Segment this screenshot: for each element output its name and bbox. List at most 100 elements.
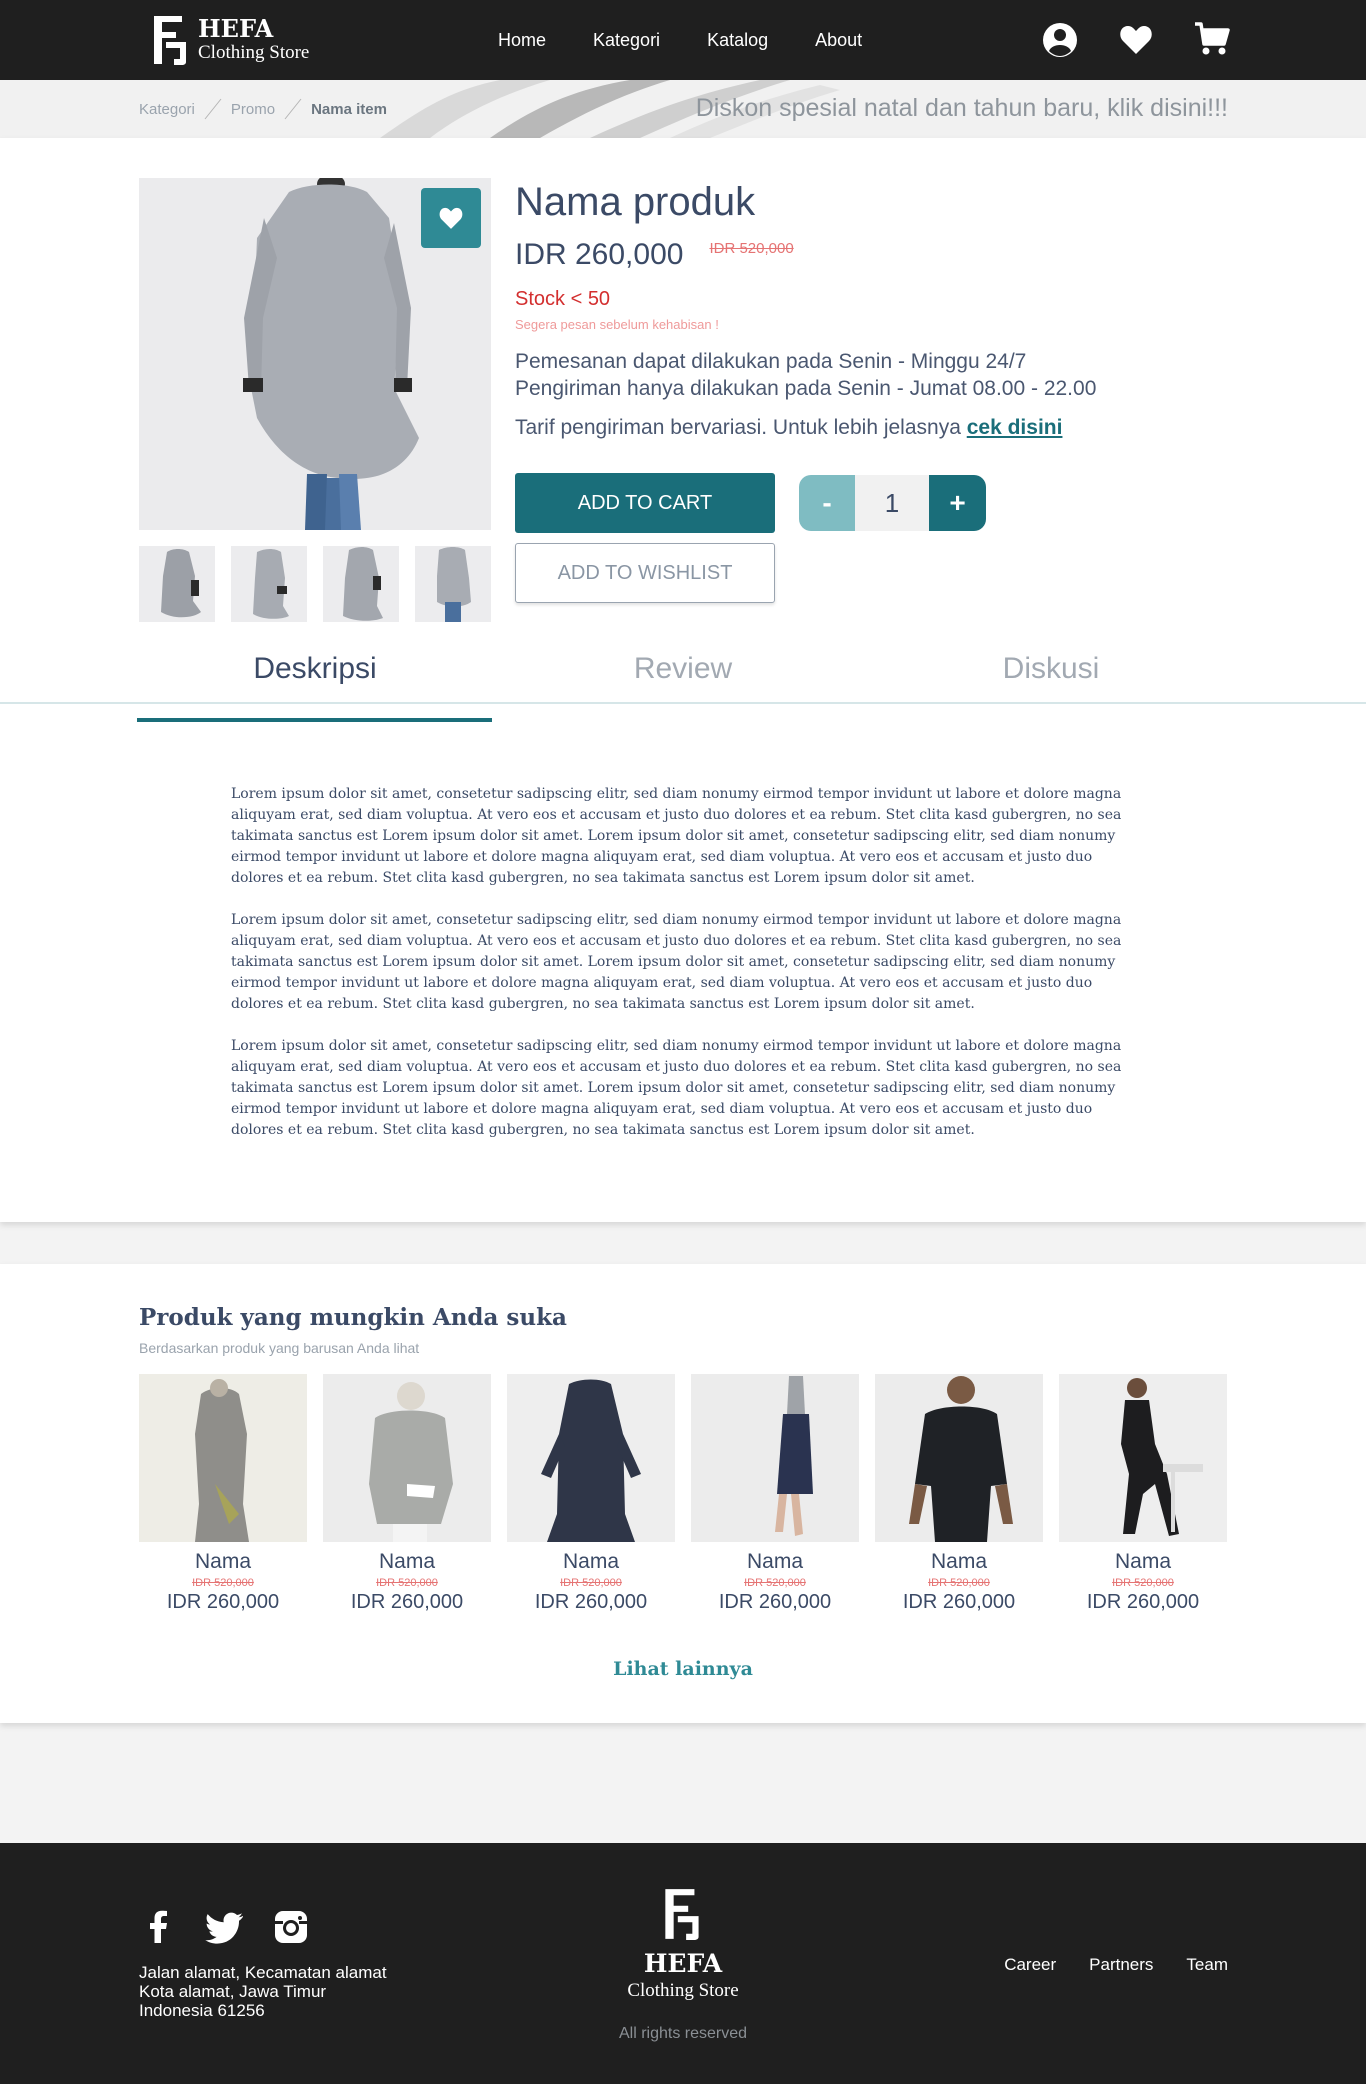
logo-mark-icon	[665, 1889, 699, 1940]
heart-icon	[439, 207, 463, 229]
nav-kategori[interactable]: Kategori	[593, 28, 660, 52]
stock-status: Stock < 50	[515, 288, 611, 310]
product-card-name: Nama	[194, 1550, 252, 1573]
shipping-info: Tarif pengiriman bervariasi. Untuk lebih…	[515, 416, 1235, 440]
product-card-price: IDR 260,000	[350, 1591, 464, 1613]
product-card-old-price: IDR 520,000	[928, 1577, 990, 1589]
order-info-line: Pemesanan dapat dilakukan pada Senin - M…	[515, 350, 1027, 373]
product-card[interactable]: Nama IDR 520,000 IDR 260,000	[323, 1374, 491, 1614]
promo-link[interactable]: Diskon spesial natal dan tahun baru, kli…	[696, 94, 1228, 123]
footer-brand-name: HEFA	[643, 1949, 723, 1978]
description-paragraph: Lorem ipsum dolor sit amet, consetetur s…	[231, 912, 1122, 1012]
product-thumbnail[interactable]	[139, 546, 215, 622]
product-card-image	[139, 1374, 307, 1542]
order-info-line: Pengiriman hanya dilakukan pada Senin - …	[515, 377, 1097, 400]
product-card-image	[875, 1374, 1043, 1542]
product-card-name: Nama	[378, 1550, 436, 1573]
add-to-wishlist-button[interactable]: ADD TO WISHLIST	[515, 543, 775, 603]
description-paragraph: Lorem ipsum dolor sit amet, consetetur s…	[231, 786, 1122, 886]
main-menu: Home Kategori Katalog About	[498, 28, 862, 52]
tab-review[interactable]: Review	[506, 652, 860, 686]
stock-note: Segera pesan sebelum kehabisan !	[515, 317, 719, 332]
recommendations-section: Produk yang mungkin Anda suka Berdasarka…	[0, 1264, 1366, 1723]
product-card-image	[1059, 1374, 1227, 1542]
recommendations-grid: Nama IDR 520,000 IDR 260,000 Nama IDR 52…	[139, 1374, 1227, 1614]
favorite-button[interactable]	[421, 188, 481, 248]
footer-address: Jalan alamat, Kecamatan alamat Kota alam…	[139, 1963, 387, 2020]
copyright-text: All rights reserved	[618, 2025, 748, 2042]
breadcrumb-kategori[interactable]: Kategori	[139, 101, 195, 118]
product-card-old-price: IDR 520,000	[192, 1577, 254, 1589]
brand-name: HEFA	[198, 14, 274, 43]
see-more-link[interactable]: Lihat lainnya	[0, 1658, 1366, 1680]
product-detail-section: Nama produk IDR 260,000 IDR 520,000 Stoc…	[0, 138, 1366, 1222]
product-thumbnails	[139, 546, 491, 622]
recommendations-title: Produk yang mungkin Anda suka	[139, 1304, 567, 1331]
facebook-icon[interactable]	[139, 1907, 179, 1952]
instagram-icon[interactable]	[271, 1907, 311, 1952]
breadcrumb-promo[interactable]: Promo	[231, 101, 275, 118]
nav-katalog[interactable]: Katalog	[707, 28, 768, 52]
breadcrumb-current: Nama item	[311, 100, 387, 118]
product-old-price: IDR 520,000	[709, 240, 794, 257]
description-paragraph: Lorem ipsum dolor sit amet, consetetur s…	[231, 1038, 1122, 1138]
breadcrumb: Kategori Promo Nama item	[139, 98, 387, 120]
add-to-cart-button[interactable]: ADD TO CART	[515, 473, 775, 533]
recommendations-subtitle: Berdasarkan produk yang barusan Anda lih…	[139, 1340, 420, 1356]
brand-tagline: Clothing Store	[198, 42, 310, 63]
product-card[interactable]: Nama IDR 520,000 IDR 260,000	[1059, 1374, 1227, 1614]
logo-mark-icon	[154, 16, 186, 65]
product-card[interactable]: Nama IDR 520,000 IDR 260,000	[507, 1374, 675, 1614]
product-card-name: Nama	[930, 1550, 988, 1573]
order-info: Pemesanan dapat dilakukan pada Senin - M…	[515, 348, 1235, 402]
shipping-link[interactable]: cek disini	[967, 416, 1063, 439]
brand-logo[interactable]: HEFA Clothing Store	[152, 14, 309, 66]
quantity-stepper: - 1 +	[799, 475, 986, 531]
footer-link-career[interactable]: Career	[1004, 1955, 1056, 1975]
cart-icon[interactable]	[1194, 20, 1230, 58]
address-line: Indonesia 61256	[139, 2001, 265, 2020]
nav-about[interactable]: About	[815, 28, 862, 52]
product-name: Nama produk	[515, 180, 756, 224]
product-card-image	[507, 1374, 675, 1542]
product-card-image	[323, 1374, 491, 1542]
social-links	[139, 1907, 311, 1952]
footer: Jalan alamat, Kecamatan alamat Kota alam…	[0, 1843, 1366, 2084]
footer-link-partners[interactable]: Partners	[1089, 1955, 1153, 1975]
product-info: Nama produk IDR 260,000 IDR 520,000 Stoc…	[515, 178, 1235, 440]
product-card-name: Nama	[746, 1550, 804, 1573]
heart-icon[interactable]	[1118, 20, 1154, 58]
breadcrumb-separator-icon	[204, 98, 222, 120]
footer-brand-tagline: Clothing Store	[627, 1980, 739, 2001]
nav-home[interactable]: Home	[498, 28, 546, 52]
quantity-increment-button[interactable]: +	[929, 475, 986, 531]
product-card-image	[691, 1374, 859, 1542]
account-icon[interactable]	[1042, 20, 1078, 58]
quantity-decrement-button[interactable]: -	[799, 475, 855, 531]
product-card-old-price: IDR 520,000	[744, 1577, 806, 1589]
top-navbar: HEFA Clothing Store Home Kategori Katalo…	[0, 0, 1366, 80]
address-line: Kota alamat, Jawa Timur	[139, 1982, 327, 2001]
product-thumbnail[interactable]	[231, 546, 307, 622]
nav-icons	[1042, 20, 1230, 58]
footer-logo: HEFA Clothing Store	[583, 1887, 783, 2002]
tab-deskripsi[interactable]: Deskripsi	[138, 652, 492, 686]
product-card-old-price: IDR 520,000	[560, 1577, 622, 1589]
shipping-text: Tarif pengiriman bervariasi. Untuk lebih…	[515, 416, 961, 439]
tab-diskusi[interactable]: Diskusi	[874, 652, 1228, 686]
active-tab-indicator	[137, 718, 492, 722]
breadcrumb-separator-icon	[284, 98, 302, 120]
product-thumbnail[interactable]	[415, 546, 491, 622]
quantity-value[interactable]: 1	[855, 475, 929, 531]
product-card[interactable]: Nama IDR 520,000 IDR 260,000	[691, 1374, 859, 1614]
product-card-price: IDR 260,000	[534, 1591, 648, 1613]
footer-link-team[interactable]: Team	[1186, 1955, 1228, 1975]
product-card-name: Nama	[1114, 1550, 1172, 1573]
product-card-price: IDR 260,000	[166, 1591, 280, 1613]
product-card[interactable]: Nama IDR 520,000 IDR 260,000	[139, 1374, 307, 1614]
product-card[interactable]: Nama IDR 520,000 IDR 260,000	[875, 1374, 1043, 1614]
twitter-icon[interactable]	[205, 1907, 245, 1952]
product-thumbnail[interactable]	[323, 546, 399, 622]
address-line: Jalan alamat, Kecamatan alamat	[139, 1963, 387, 1982]
product-card-price: IDR 260,000	[718, 1591, 832, 1613]
